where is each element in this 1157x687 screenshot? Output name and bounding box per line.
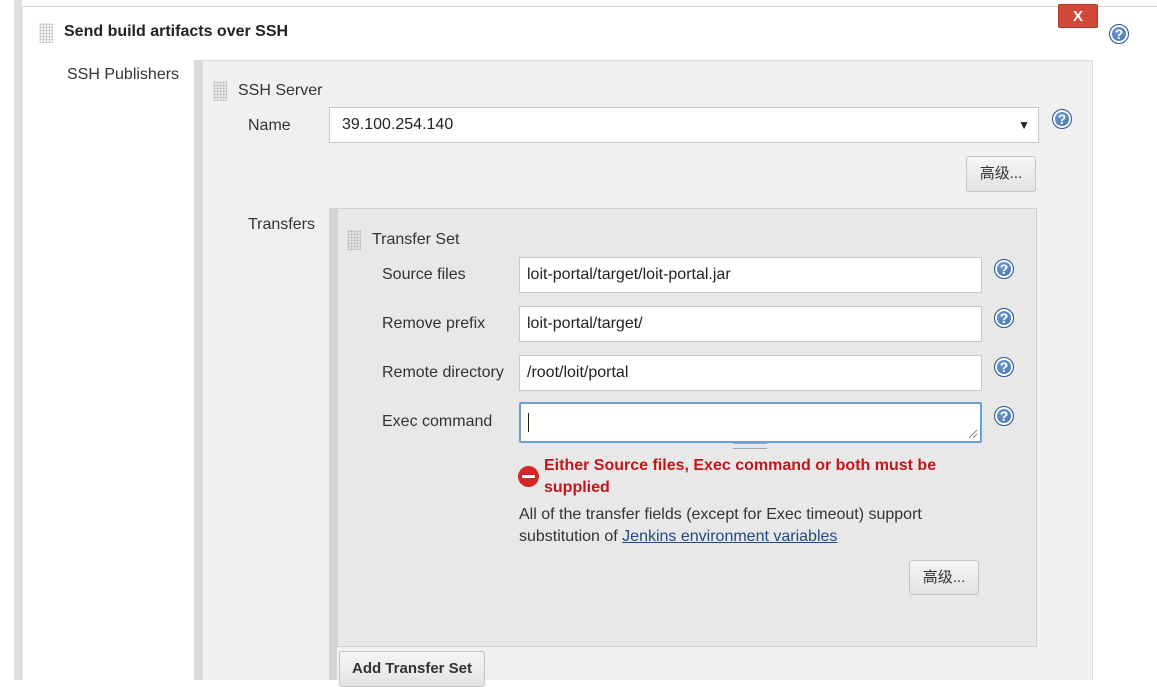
delete-button[interactable]: X: [1058, 4, 1098, 28]
transfer-set-advanced-button[interactable]: 高级...: [909, 560, 979, 595]
help-icon[interactable]: ?: [994, 308, 1014, 328]
text-caret: [528, 413, 529, 432]
info-text: All of the transfer fields (except for E…: [519, 504, 959, 548]
textarea-resize-handle[interactable]: [733, 443, 767, 449]
name-select-value: 39.100.254.140: [342, 116, 454, 133]
name-select[interactable]: 39.100.254.140 ▼: [329, 107, 1039, 143]
jenkins-env-vars-link[interactable]: Jenkins environment variables: [622, 528, 837, 545]
transfers-label: Transfers: [248, 216, 315, 233]
add-transfer-set-button[interactable]: Add Transfer Set: [339, 651, 485, 687]
remove-prefix-input[interactable]: loit-portal/target/: [519, 306, 982, 342]
info-line-2-prefix: substitution of: [519, 528, 623, 545]
section-left-bar: [14, 0, 22, 680]
ssh-publishers-label: SSH Publishers: [67, 66, 180, 83]
help-icon[interactable]: ?: [1109, 24, 1129, 44]
error-message: Either Source files, Exec command or bot…: [544, 455, 974, 499]
help-icon[interactable]: ?: [994, 357, 1014, 377]
name-label: Name: [248, 117, 291, 134]
exec-command-textarea[interactable]: [519, 402, 982, 443]
error-line-2: supplied: [544, 479, 610, 496]
drag-handle-icon[interactable]: [213, 81, 227, 101]
info-line-1: All of the transfer fields (except for E…: [519, 506, 922, 523]
transfer-set-bar: [329, 208, 337, 680]
help-icon[interactable]: ?: [994, 406, 1014, 426]
source-files-label: Source files: [382, 266, 466, 283]
resize-corner-icon[interactable]: [966, 427, 978, 439]
drag-handle-icon[interactable]: [347, 230, 361, 250]
remote-directory-input[interactable]: /root/loit/portal: [519, 355, 982, 391]
dropdown-arrow-icon: ▼: [1018, 118, 1030, 132]
drag-handle-icon[interactable]: [39, 23, 53, 43]
section-title: Send build artifacts over SSH: [64, 23, 289, 40]
exec-command-label: Exec command: [382, 413, 493, 430]
source-files-input[interactable]: loit-portal/target/loit-portal.jar: [519, 257, 982, 293]
error-line-1: Either Source files, Exec command or bot…: [544, 457, 937, 474]
remote-directory-label: Remote directory: [382, 364, 504, 381]
help-icon[interactable]: ?: [1052, 109, 1072, 129]
error-icon: [518, 466, 539, 487]
ssh-server-title: SSH Server: [238, 82, 323, 99]
ssh-server-bar: [194, 60, 202, 680]
remove-prefix-label: Remove prefix: [382, 315, 486, 332]
transfer-set-title: Transfer Set: [372, 231, 460, 248]
ssh-server-advanced-button[interactable]: 高级...: [966, 156, 1036, 192]
help-icon[interactable]: ?: [994, 259, 1014, 279]
